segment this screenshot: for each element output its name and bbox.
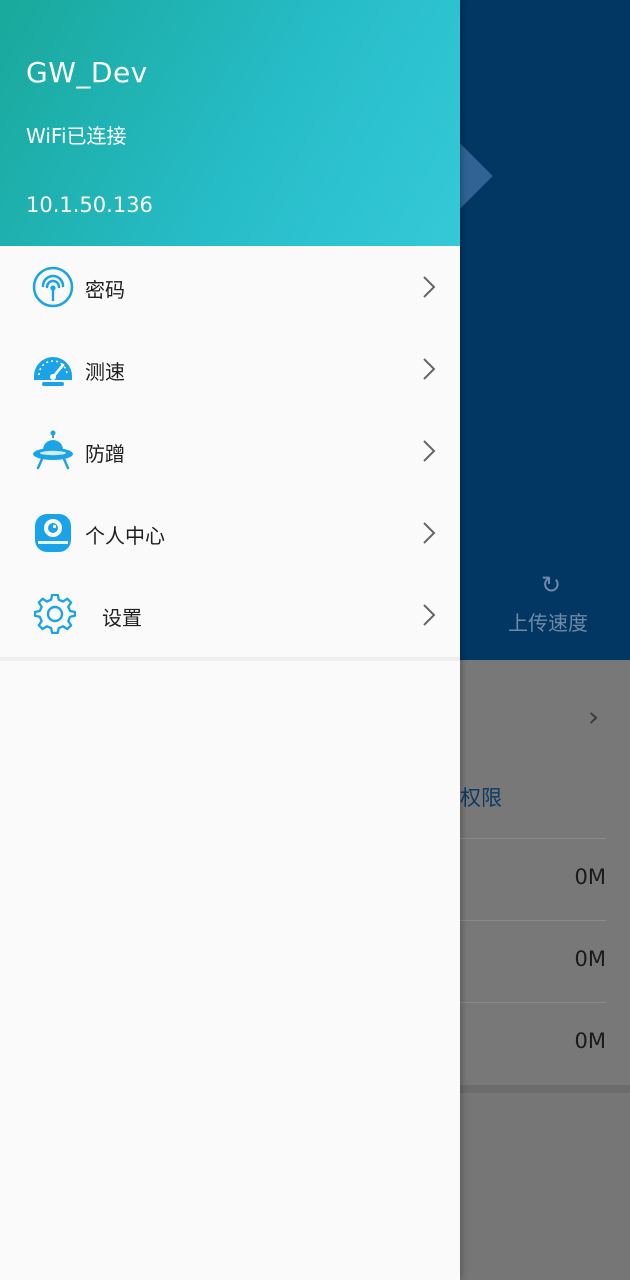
drawer-menu: 密码 测速 防蹭 个人中心 设置	[0, 246, 460, 656]
background-row: 0M	[460, 838, 606, 921]
ufo-icon	[33, 430, 73, 470]
menu-label: 测速	[85, 360, 125, 384]
refresh-icon: ↻	[540, 571, 562, 599]
chevron-right-icon	[423, 522, 436, 544]
menu-item-anti-leech[interactable]: 防蹭	[0, 410, 460, 492]
menu-label: 密码	[85, 278, 125, 302]
menu-item-settings[interactable]: 设置	[0, 574, 460, 656]
menu-item-personal-center[interactable]: 个人中心	[0, 492, 460, 574]
chevron-right-icon	[423, 358, 436, 380]
menu-item-password[interactable]: 密码	[0, 246, 460, 328]
ip-address: 10.1.50.136	[26, 193, 153, 217]
upload-speed-label: 上传速度	[508, 611, 588, 635]
gear-icon	[34, 594, 76, 635]
menu-divider	[0, 657, 460, 661]
wifi-ssid: GW_Dev	[26, 56, 148, 89]
navigation-drawer: GW_Dev WiFi已连接 10.1.50.136 密码 测速 防蹭 个人中心…	[0, 0, 460, 1280]
menu-label: 个人中心	[85, 524, 165, 548]
menu-label: 设置	[102, 606, 142, 630]
permission-label: 权限	[460, 786, 502, 810]
camera-profile-icon	[35, 514, 71, 552]
background-row: 0M	[460, 1002, 606, 1085]
background-row: 0M	[460, 920, 606, 1003]
menu-label: 防蹭	[85, 442, 125, 466]
row-value: 0M	[574, 865, 606, 889]
menu-item-speed-test[interactable]: 测速	[0, 328, 460, 410]
chevron-right-icon	[423, 604, 436, 626]
row-value: 0M	[574, 1029, 606, 1053]
wifi-status: WiFi已连接	[26, 124, 127, 148]
row-value: 0M	[574, 947, 606, 971]
chevron-right-icon: ›	[588, 700, 600, 733]
chevron-right-icon	[423, 440, 436, 462]
speedometer-icon	[34, 357, 72, 386]
drawer-header: GW_Dev WiFi已连接 10.1.50.136	[0, 0, 460, 246]
chevron-right-icon	[423, 276, 436, 298]
wifi-signal-icon	[32, 266, 74, 308]
